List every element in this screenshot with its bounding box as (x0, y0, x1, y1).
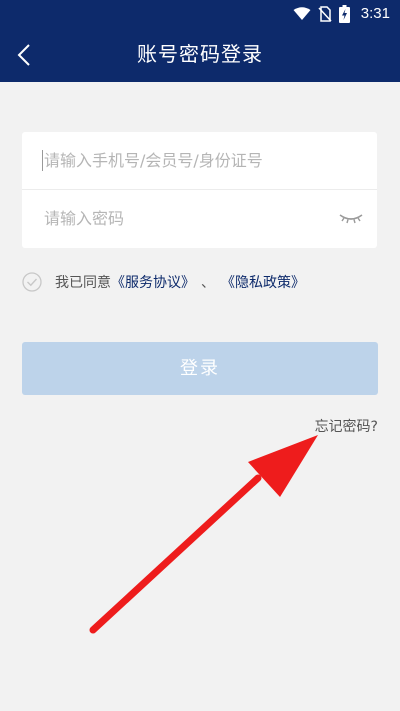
agreement-separator: 、 (201, 275, 215, 291)
account-field (22, 132, 377, 189)
login-button[interactable]: 登录 (22, 342, 378, 395)
login-form (22, 132, 377, 248)
privacy-policy-link[interactable]: 《隐私政策》 (221, 272, 305, 292)
account-input[interactable] (44, 132, 344, 189)
password-input[interactable] (44, 190, 344, 247)
forgot-password-link[interactable]: 忘记密码? (315, 416, 378, 436)
agreement-checkbox[interactable] (22, 272, 42, 292)
chevron-left-icon (17, 44, 30, 66)
app-bar: 账号密码登录 (0, 27, 400, 82)
password-field (22, 190, 377, 247)
agreement-row: 我已同意 《服务协议》 、 《隐私政策》 (22, 270, 305, 294)
wifi-icon (293, 6, 311, 20)
back-button[interactable] (4, 33, 44, 77)
no-sim-icon (318, 5, 332, 22)
battery-charging-icon (338, 4, 350, 23)
status-icons: 3:31 (293, 0, 390, 27)
status-time: 3:31 (360, 5, 390, 22)
agreement-text: 我已同意 (55, 275, 111, 291)
page-title: 账号密码登录 (137, 42, 263, 66)
text-caret (42, 150, 43, 171)
service-agreement-link[interactable]: 《服务协议》 (111, 272, 195, 292)
eye-closed-icon (339, 214, 363, 224)
status-bar: 3:31 (0, 0, 400, 27)
toggle-password-visibility-button[interactable] (337, 206, 365, 230)
